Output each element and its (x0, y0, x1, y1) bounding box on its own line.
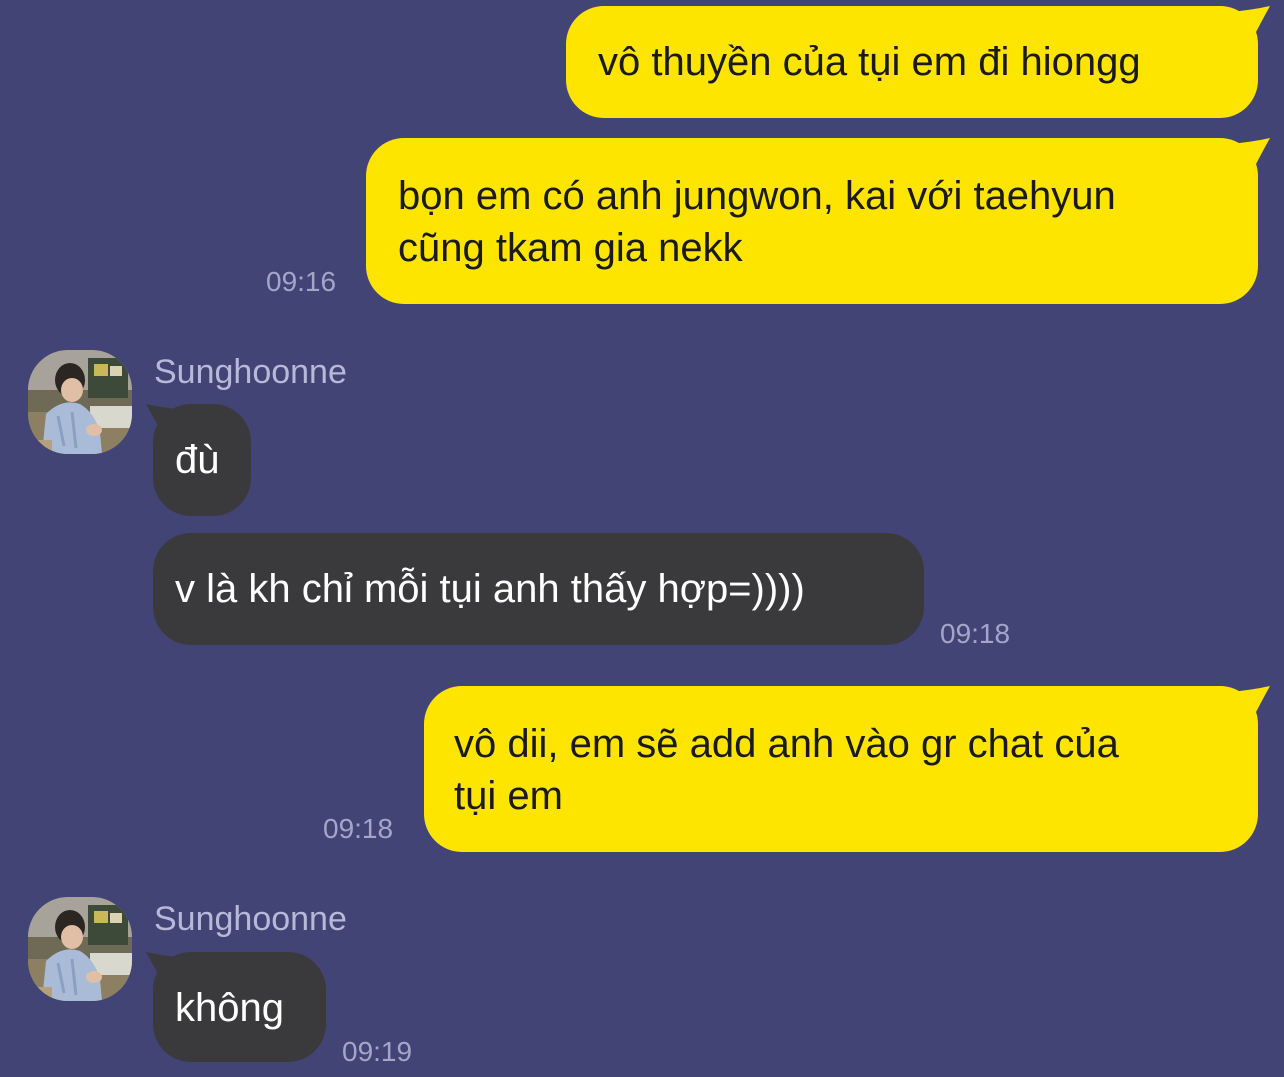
incoming-message[interactable]: không (153, 952, 326, 1062)
message-timestamp: 09:18 (323, 813, 394, 844)
profile-photo (28, 897, 132, 1001)
message-text-line: vô dii, em sẽ add anh vào gr chat của (454, 722, 1119, 766)
message-text-line: tụi em (454, 774, 563, 818)
incoming-message[interactable]: đù (153, 404, 251, 516)
outgoing-message[interactable]: bọn em có anh jungwon, kai với taehyun c… (366, 138, 1258, 304)
message-text: không (175, 986, 284, 1030)
incoming-message[interactable]: v là kh chỉ mỗi tụi anh thấy hợp=)))) (153, 533, 924, 645)
message-text: đù (175, 438, 220, 482)
sender-name: Sunghoonne (154, 900, 347, 938)
message-timestamp: 09:18 (940, 618, 1011, 649)
outgoing-message[interactable]: vô dii, em sẽ add anh vào gr chat của tụ… (424, 686, 1258, 852)
chat-room: vô thuyền của tụi em đi hiongg bọn em có… (0, 0, 1284, 1077)
outgoing-message[interactable]: vô thuyền của tụi em đi hiongg (566, 6, 1258, 118)
message-timestamp: 09:16 (266, 266, 337, 297)
message-text-line: bọn em có anh jungwon, kai với taehyun (398, 174, 1116, 218)
avatar[interactable] (28, 897, 132, 1001)
message-text: v là kh chỉ mỗi tụi anh thấy hợp=)))) (175, 567, 805, 611)
message-text: vô thuyền của tụi em đi hiongg (598, 40, 1141, 84)
avatar[interactable] (28, 350, 132, 454)
profile-photo (28, 350, 132, 454)
sender-name: Sunghoonne (154, 353, 347, 391)
message-text-line: cũng tkam gia nekk (398, 226, 743, 270)
message-timestamp: 09:19 (342, 1036, 413, 1067)
